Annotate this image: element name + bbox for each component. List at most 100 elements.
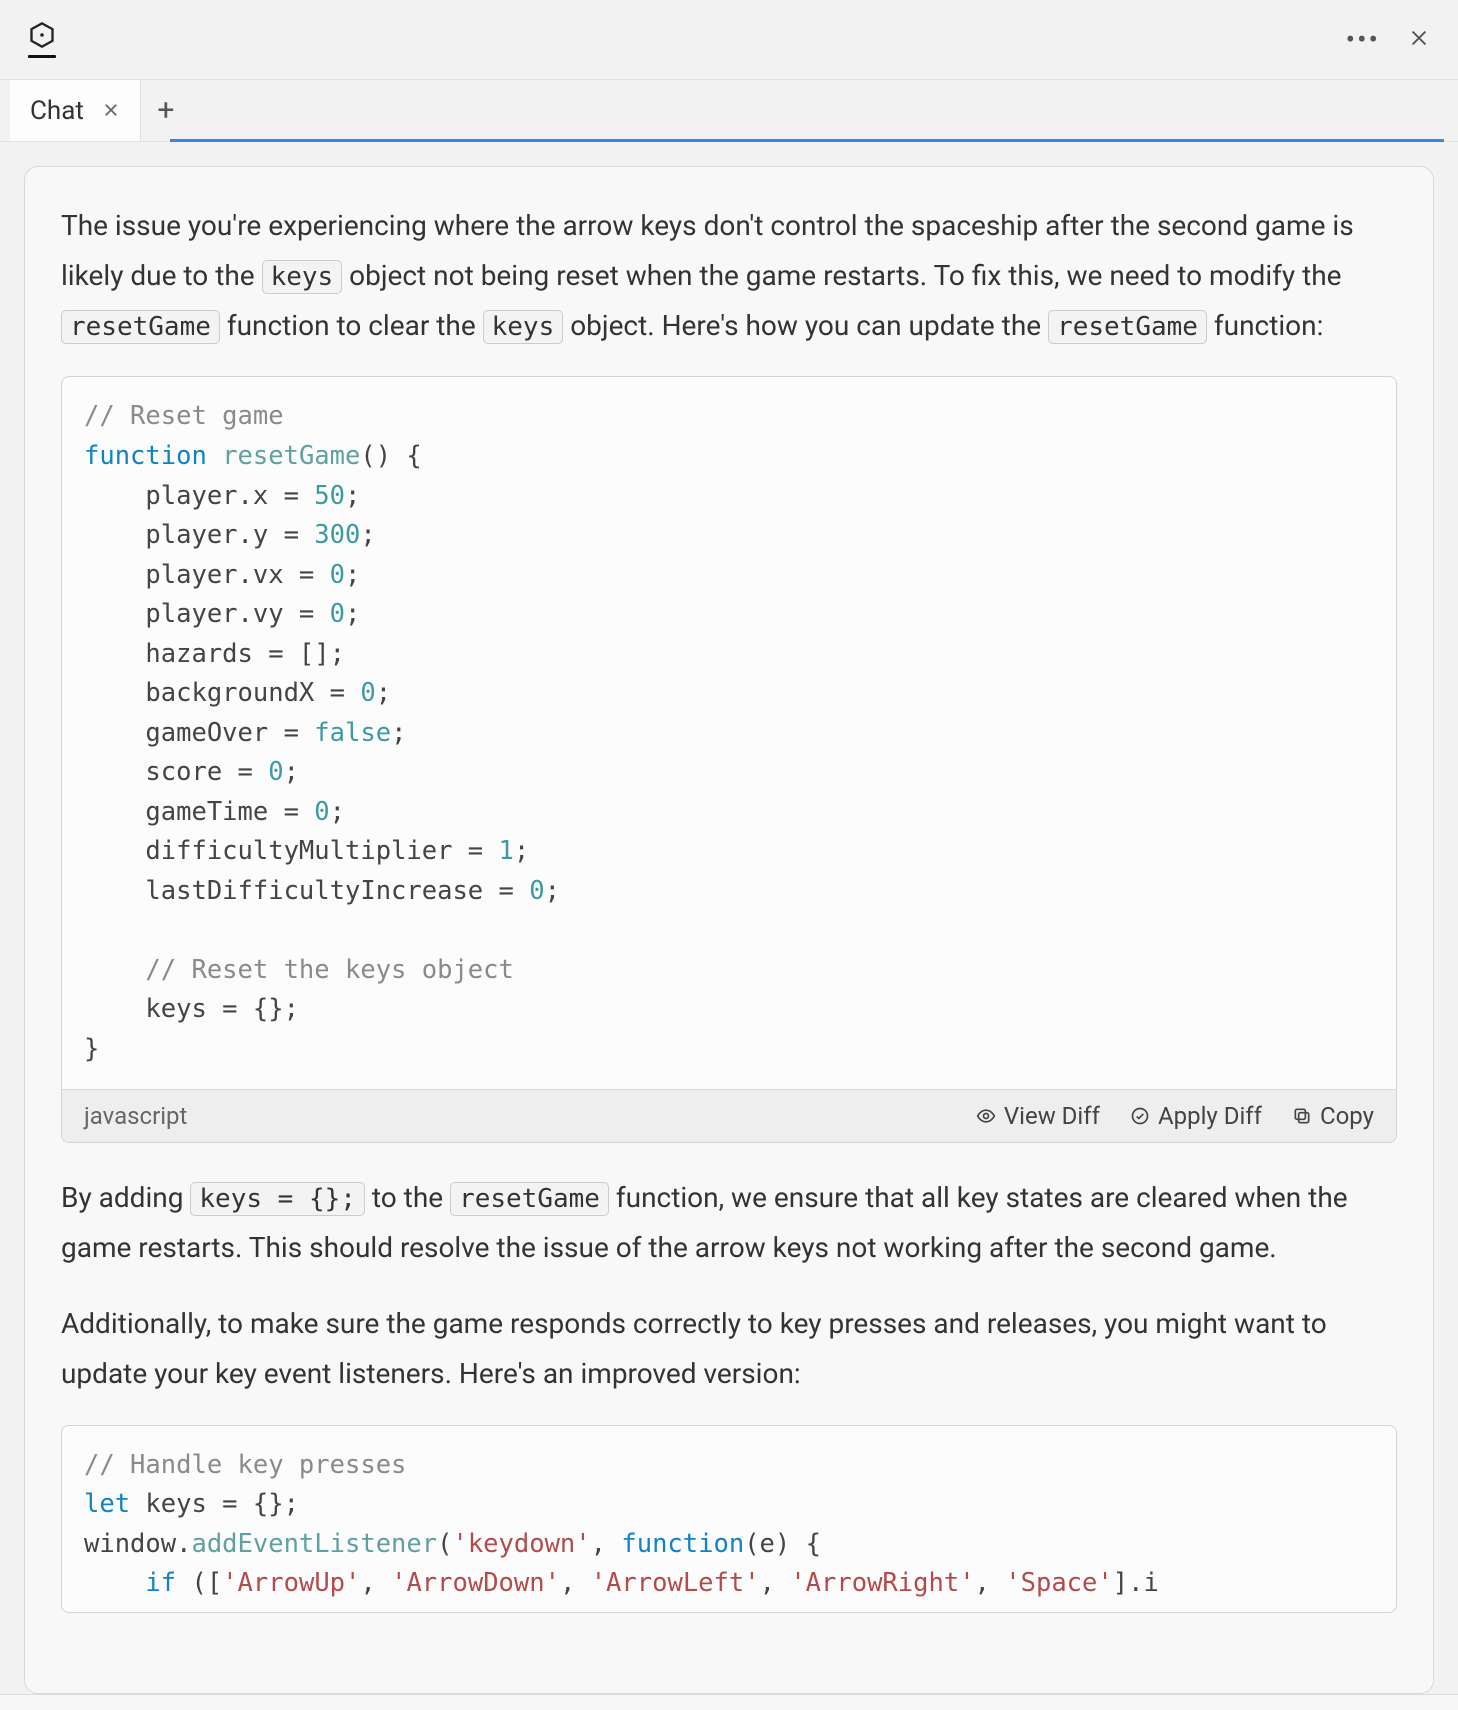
tok: ;: [376, 678, 391, 708]
assistant-message-card: The issue you're experiencing where the …: [24, 166, 1434, 1694]
tok: ;: [330, 797, 345, 827]
tok: resetGame: [222, 441, 360, 471]
copy-button[interactable]: Copy: [1292, 1102, 1374, 1130]
tok: ].i: [1113, 1568, 1159, 1598]
text: object. Here's how you can update the: [563, 309, 1048, 342]
tok: function: [84, 441, 207, 471]
tok: // Reset the keys object: [84, 955, 514, 985]
content-area: The issue you're experiencing where the …: [0, 142, 1458, 1694]
tok: ([: [176, 1568, 222, 1598]
inline-code: resetGame: [450, 1182, 609, 1216]
tok: 1: [499, 836, 514, 866]
tok: 'ArrowLeft': [591, 1568, 760, 1598]
tok: addEventListener: [191, 1529, 437, 1559]
logo-underline: [28, 55, 56, 58]
text: object not being reset when the game res…: [342, 259, 1341, 292]
tok: gameOver =: [84, 718, 314, 748]
tok: 0: [529, 876, 544, 906]
tok: gameTime =: [84, 797, 314, 827]
close-panel-button[interactable]: [1408, 27, 1430, 53]
tok: let: [84, 1489, 130, 1519]
inline-code: keys = {};: [190, 1182, 365, 1216]
tok: keys = {};: [84, 994, 299, 1024]
tok: 0: [330, 560, 345, 590]
tok: }: [84, 1034, 99, 1064]
code-footer: javascript View Diff Apply Diff Copy: [62, 1089, 1396, 1142]
tok: (: [437, 1529, 452, 1559]
tok: ;: [360, 520, 375, 550]
copy-icon: [1292, 1106, 1312, 1126]
tok: ,: [591, 1529, 622, 1559]
close-icon: [1408, 27, 1430, 49]
tok: ;: [345, 599, 360, 629]
tok: ;: [284, 757, 299, 787]
tok: 'Space': [1005, 1568, 1112, 1598]
tok: keys = {};: [130, 1489, 299, 1519]
tok: player.vx =: [84, 560, 330, 590]
text: function:: [1207, 309, 1323, 342]
inline-code: keys: [483, 310, 564, 344]
topbar: •••: [0, 0, 1458, 80]
tok: ;: [514, 836, 529, 866]
tok: ,: [760, 1568, 791, 1598]
eye-icon: [976, 1106, 996, 1126]
label: Copy: [1320, 1102, 1374, 1130]
assistant-paragraph: By adding keys = {}; to the resetGame fu…: [61, 1173, 1397, 1273]
app-logo[interactable]: [28, 21, 56, 58]
tok: 300: [314, 520, 360, 550]
code-line: // Reset game: [84, 401, 284, 431]
code-block: // Handle key presses let keys = {}; win…: [61, 1425, 1397, 1613]
tok: 0: [268, 757, 283, 787]
tab-strip: Chat +: [0, 80, 1458, 142]
tok: player.y =: [84, 520, 314, 550]
label: View Diff: [1004, 1102, 1100, 1130]
status-bar: [0, 1694, 1458, 1710]
text: to the: [365, 1181, 450, 1214]
ide-chat-panel: ••• Chat + The issue you're experiencing: [0, 0, 1458, 1710]
tok: ;: [391, 718, 406, 748]
tok: lastDifficultyIncrease =: [84, 876, 529, 906]
text: By adding: [61, 1181, 190, 1214]
tok: player.vy =: [84, 599, 330, 629]
check-circle-icon: [1130, 1106, 1150, 1126]
tok: 'ArrowDown': [391, 1568, 560, 1598]
view-diff-button[interactable]: View Diff: [976, 1102, 1100, 1130]
tok: ;: [345, 560, 360, 590]
tok: ,: [975, 1568, 1006, 1598]
tab-close-button[interactable]: [102, 96, 120, 126]
code-content[interactable]: // Reset game function resetGame() { pla…: [62, 377, 1396, 1089]
tok: ,: [360, 1568, 391, 1598]
apply-diff-button[interactable]: Apply Diff: [1130, 1102, 1262, 1130]
tok: hazards = [];: [84, 639, 345, 669]
tok: score =: [84, 757, 268, 787]
tok: ,: [560, 1568, 591, 1598]
tok: 'keydown': [452, 1529, 590, 1559]
tok: 0: [314, 797, 329, 827]
code-block: // Reset game function resetGame() { pla…: [61, 376, 1397, 1143]
tok: difficultyMultiplier =: [84, 836, 499, 866]
tok: if: [145, 1568, 176, 1598]
tok: false: [314, 718, 391, 748]
label: Apply Diff: [1158, 1102, 1262, 1130]
tok: (e) {: [744, 1529, 821, 1559]
more-menu-button[interactable]: •••: [1346, 26, 1380, 54]
tok: ;: [345, 481, 360, 511]
tok: 0: [330, 599, 345, 629]
inline-code: resetGame: [61, 310, 220, 344]
new-tab-button[interactable]: +: [141, 80, 191, 141]
tok: function: [621, 1529, 744, 1559]
tab-chat[interactable]: Chat: [10, 80, 141, 141]
tok: backgroundX =: [84, 678, 360, 708]
tok: 'ArrowUp': [222, 1568, 360, 1598]
tok: // Handle key presses: [84, 1450, 406, 1480]
code-content[interactable]: // Handle key presses let keys = {}; win…: [62, 1426, 1396, 1612]
tok: player.x =: [84, 481, 314, 511]
tab-label: Chat: [30, 96, 84, 126]
assistant-paragraph: Additionally, to make sure the game resp…: [61, 1299, 1397, 1399]
inline-code: resetGame: [1048, 310, 1207, 344]
tok: window.: [84, 1529, 191, 1559]
close-icon: [102, 101, 120, 119]
tok: ;: [545, 876, 560, 906]
assistant-paragraph: The issue you're experiencing where the …: [61, 201, 1397, 350]
tok: () {: [360, 441, 421, 471]
